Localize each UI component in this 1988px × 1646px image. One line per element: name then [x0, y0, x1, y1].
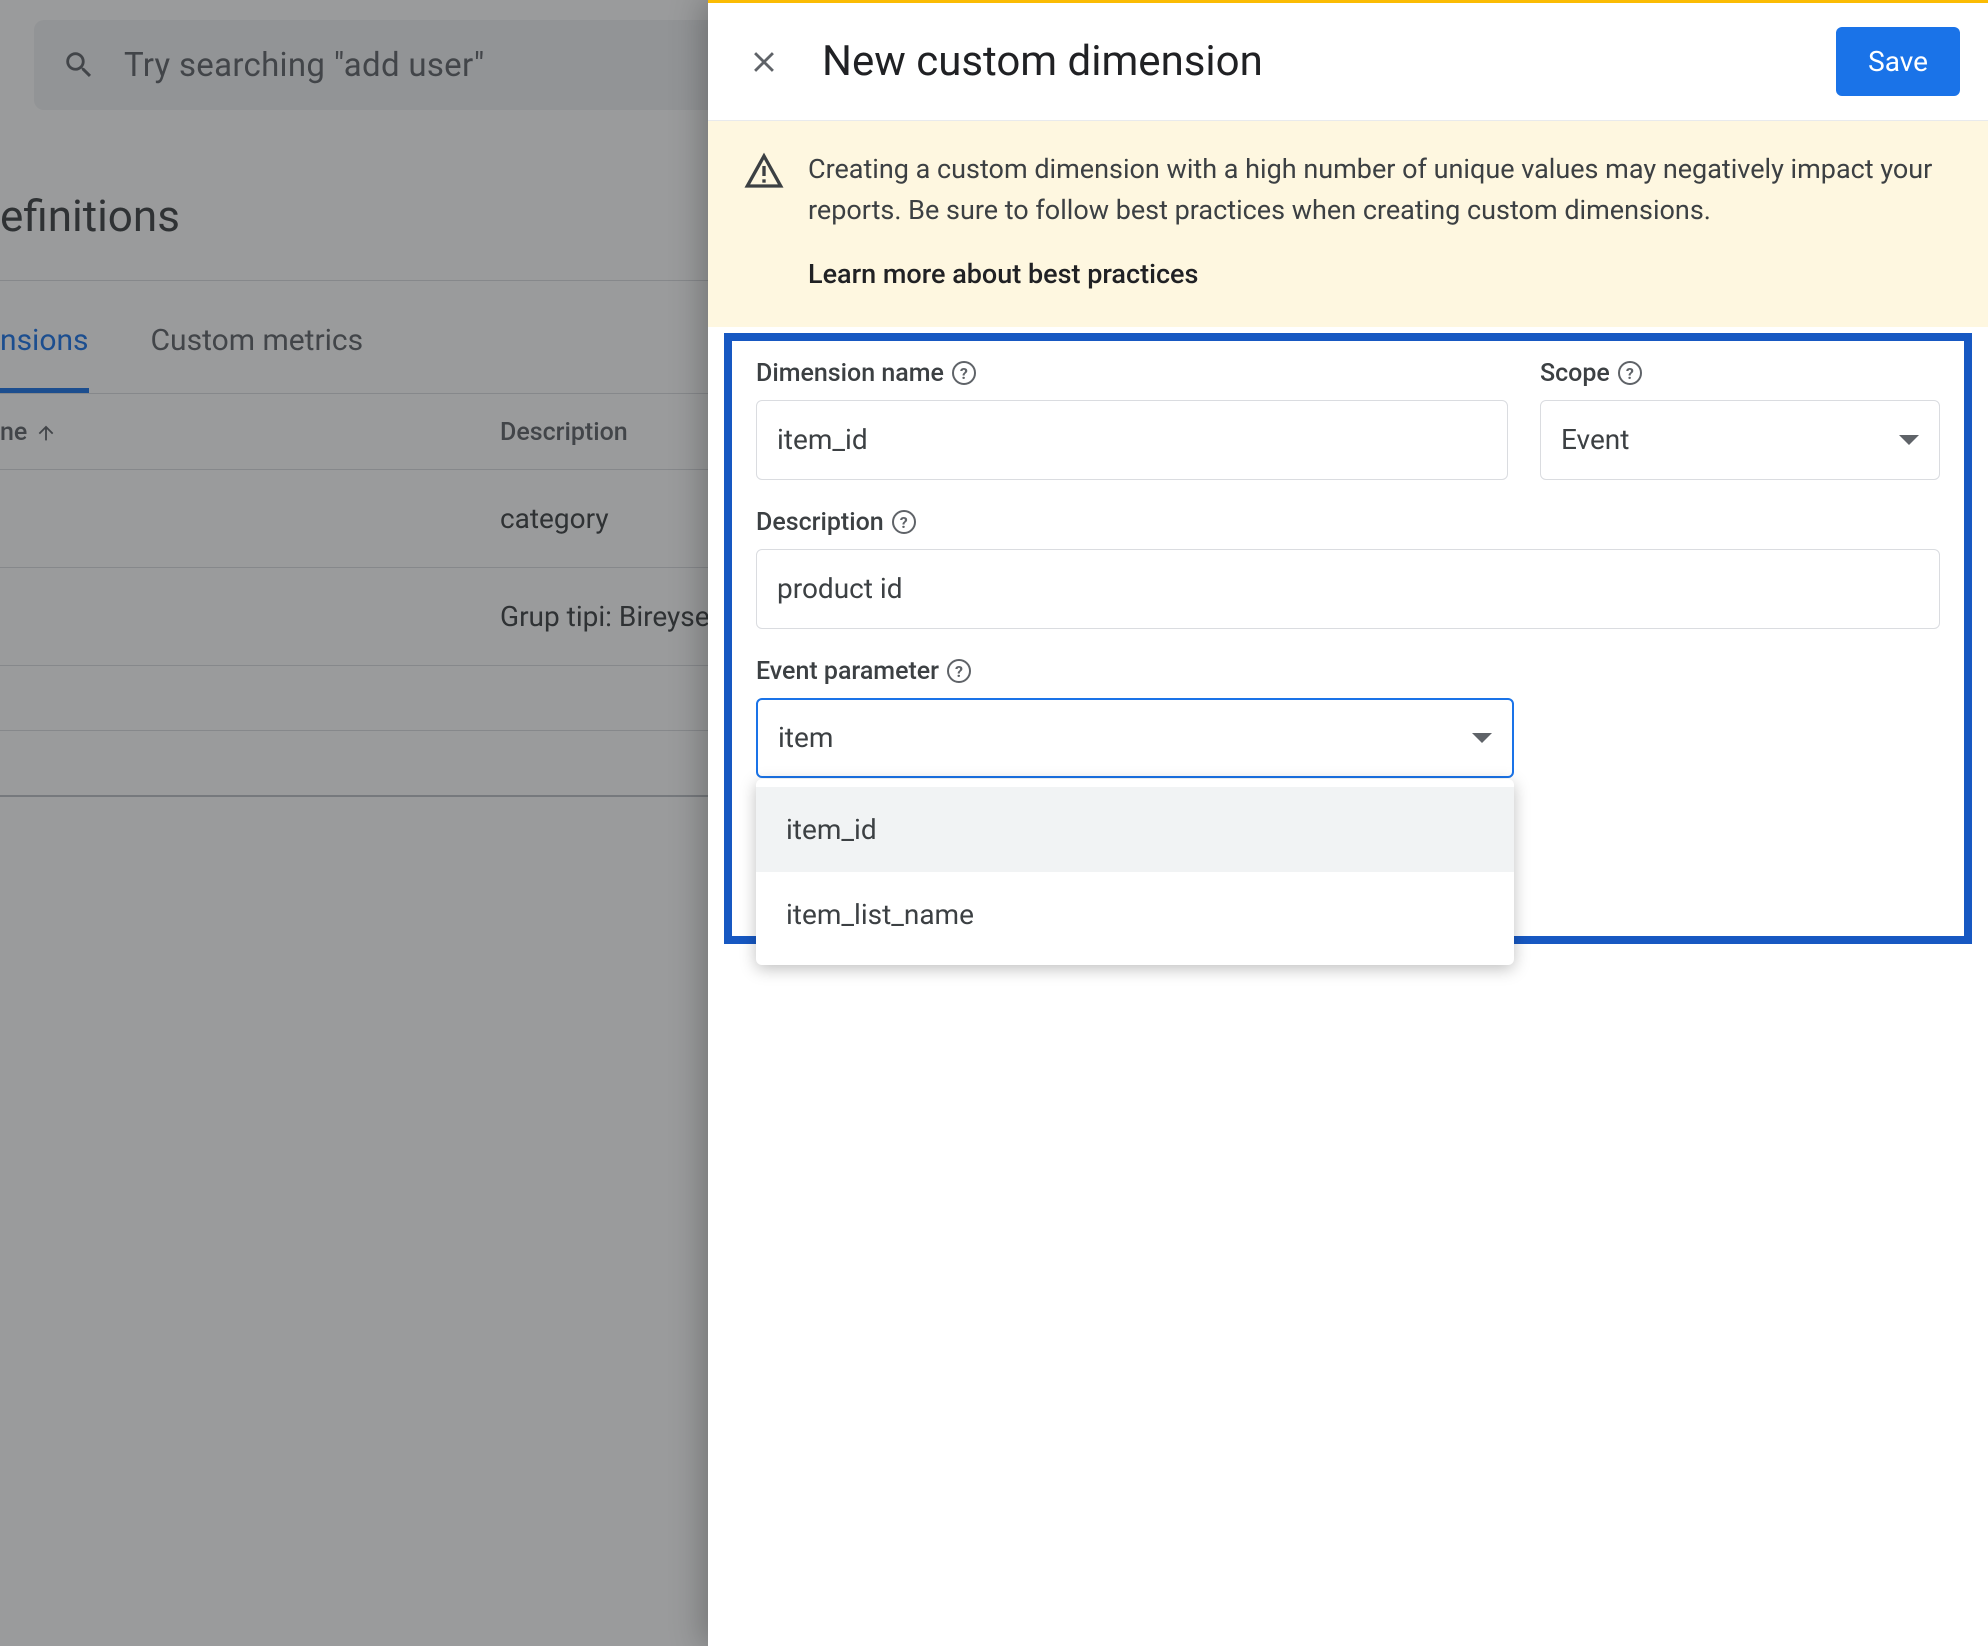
help-icon[interactable]: ?: [947, 659, 971, 683]
description-input[interactable]: [756, 549, 1940, 629]
close-button[interactable]: [736, 34, 792, 90]
form-area: Dimension name ? Scope ? Event Descripti…: [724, 333, 1972, 944]
field-event-parameter: Event parameter ? item_id item_list_name: [756, 657, 1514, 778]
scope-select[interactable]: Event: [1540, 400, 1940, 480]
field-description: Description ?: [756, 508, 1940, 629]
close-icon: [747, 45, 781, 79]
save-button[interactable]: Save: [1836, 27, 1960, 96]
learn-more-link[interactable]: Learn more about best practices: [808, 254, 1952, 295]
panel-title: New custom dimension: [822, 37, 1806, 86]
autocomplete-dropdown: item_id item_list_name: [756, 779, 1514, 965]
event-parameter-combobox[interactable]: [756, 698, 1514, 778]
event-parameter-label: Event parameter: [756, 657, 939, 686]
help-icon[interactable]: ?: [1618, 361, 1642, 385]
side-panel: New custom dimension Save Creating a cus…: [708, 0, 1988, 1646]
panel-header: New custom dimension Save: [708, 3, 1988, 121]
dropdown-option[interactable]: item_id: [756, 787, 1514, 872]
field-scope: Scope ? Event: [1540, 359, 1940, 480]
dimension-name-input[interactable]: [756, 400, 1508, 480]
event-parameter-input[interactable]: [778, 721, 1349, 754]
warning-banner: Creating a custom dimension with a high …: [708, 121, 1988, 327]
help-icon[interactable]: ?: [952, 361, 976, 385]
help-icon[interactable]: ?: [892, 510, 916, 534]
field-dimension-name: Dimension name ?: [756, 359, 1508, 480]
dropdown-option[interactable]: item_list_name: [756, 872, 1514, 957]
dimension-name-label: Dimension name: [756, 359, 944, 388]
scope-label: Scope: [1540, 359, 1610, 388]
chevron-down-icon: [1472, 728, 1492, 748]
chevron-down-icon: [1899, 430, 1919, 450]
warning-text: Creating a custom dimension with a high …: [808, 153, 1932, 226]
scope-value: Event: [1561, 423, 1629, 456]
description-label: Description: [756, 508, 884, 537]
warning-icon: [744, 151, 784, 191]
